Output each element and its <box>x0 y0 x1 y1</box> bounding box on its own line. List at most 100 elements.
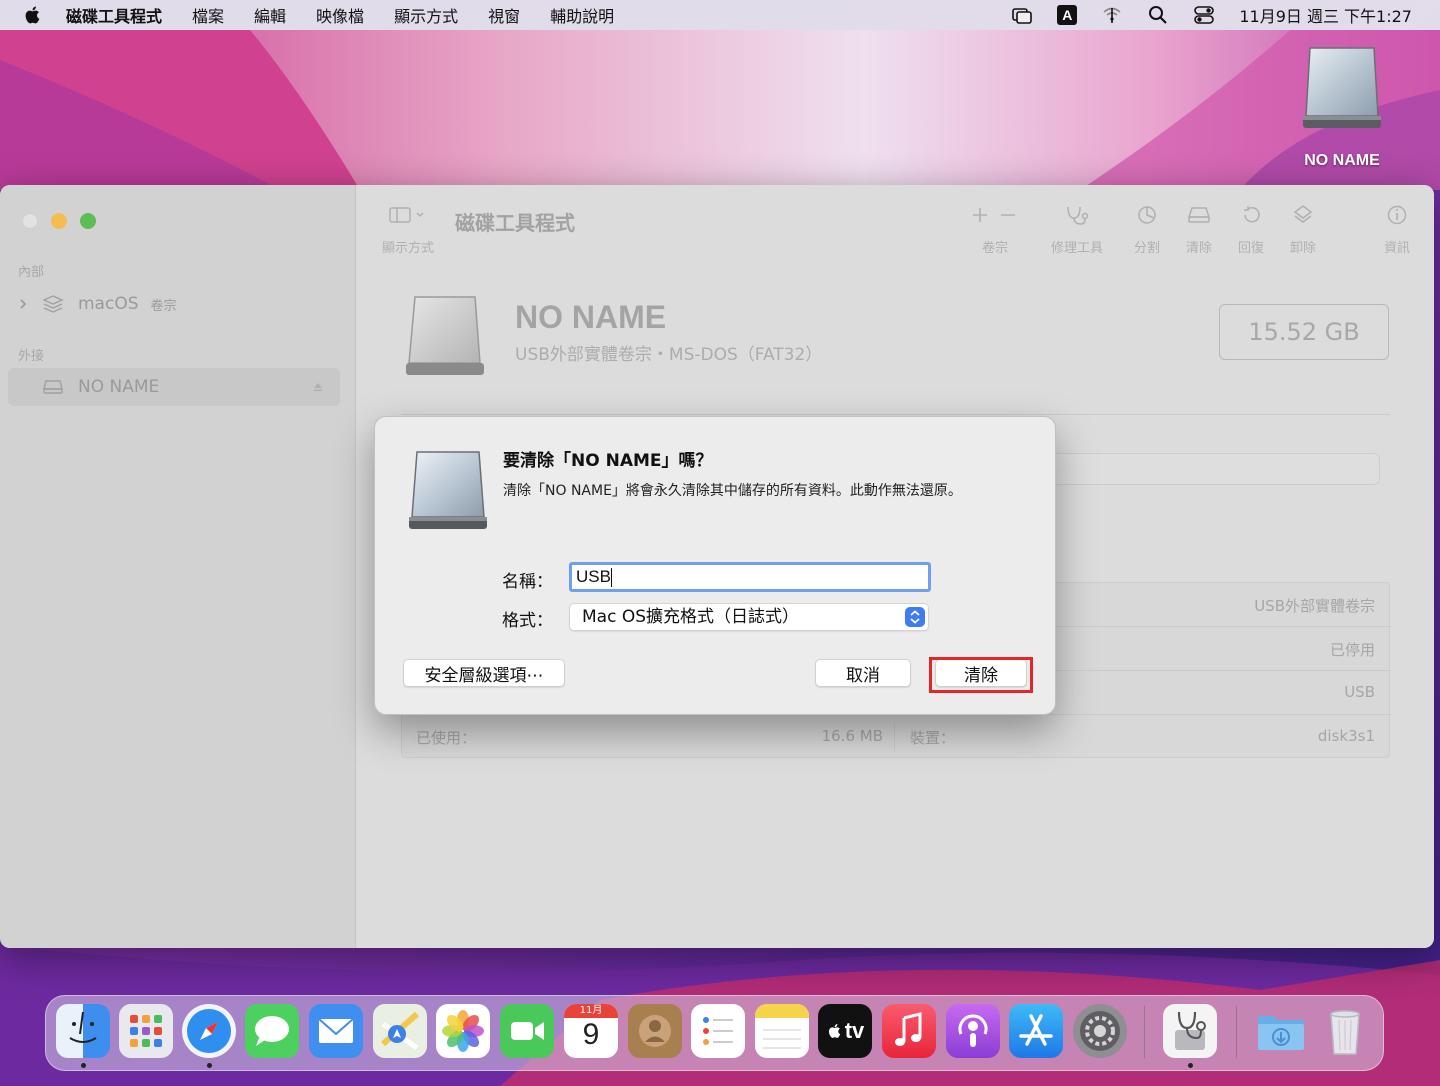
toolbar-view-label: 顯示方式 <box>381 241 434 256</box>
desktop-drive-label: NO NAME <box>1304 152 1380 169</box>
toolbar-restore-button[interactable]: 回復 <box>1231 203 1271 256</box>
external-drive-icon <box>1303 47 1381 128</box>
system-preferences-icon[interactable] <box>1073 1004 1127 1058</box>
toolbar-info-label: 資訊 <box>1383 241 1410 256</box>
unmount-icon <box>1293 205 1313 223</box>
drive-icon <box>43 380 63 394</box>
sidebar-item-no-name-label: NO NAME <box>78 377 160 397</box>
menu-images[interactable]: 映像檔 <box>316 3 364 27</box>
launchpad-icon[interactable] <box>119 1004 173 1058</box>
security-options-button[interactable]: 安全層級選項⋯ <box>403 659 565 687</box>
input-method-icon[interactable]: A <box>1057 5 1078 25</box>
desktop-drive-item[interactable]: NO NAME <box>1290 44 1394 170</box>
app-store-icon[interactable] <box>1009 1004 1063 1058</box>
window-close-button[interactable] <box>22 213 38 229</box>
format-label: 格式： <box>502 611 553 631</box>
toolbar-partition-label: 分割 <box>1133 241 1160 256</box>
toolbar-first-aid-label: 修理工具 <box>1050 241 1103 256</box>
toolbar-partition-button[interactable]: 分割 <box>1127 203 1167 256</box>
spotlight-search-icon[interactable] <box>1147 4 1169 26</box>
safari-icon[interactable] <box>182 1004 236 1058</box>
toolbar-unmount-button[interactable]: 卸除 <box>1283 203 1323 256</box>
eject-icon[interactable] <box>312 381 324 393</box>
menu-help[interactable]: 輔助說明 <box>550 3 614 27</box>
trash-icon[interactable] <box>1318 1004 1372 1058</box>
toolbar-volume-button[interactable]: 卷宗 <box>965 203 1025 256</box>
volume-name: NO NAME <box>515 299 667 335</box>
info-column-divider <box>894 723 895 751</box>
menu-file[interactable]: 檔案 <box>192 3 224 27</box>
toolbar-erase-label: 清除 <box>1185 241 1212 256</box>
mail-icon[interactable] <box>309 1004 363 1058</box>
sidebar: 內部 macOS 卷宗 外接 NO NAME <box>0 185 356 948</box>
dialog-drive-icon <box>409 451 487 529</box>
calendar-icon[interactable]: 11月 9 <box>564 1004 618 1058</box>
window-minimize-button[interactable] <box>51 213 67 229</box>
cancel-button[interactable]: 取消 <box>815 659 911 687</box>
contacts-icon[interactable] <box>628 1004 682 1058</box>
name-input[interactable]: USB <box>569 562 931 592</box>
control-center-icon[interactable] <box>1193 4 1215 26</box>
dock-separator <box>1236 1006 1237 1058</box>
toolbar-first-aid-button[interactable]: 修理工具 <box>1045 203 1109 256</box>
dock-separator <box>1144 1006 1145 1058</box>
sidebar-item-macos-tag: 卷宗 <box>150 298 177 314</box>
stethoscope-icon <box>1067 206 1089 225</box>
menu-window[interactable]: 視窗 <box>488 3 520 27</box>
toolbar-volume-label: 卷宗 <box>981 241 1008 256</box>
sidebar-toggle-icon <box>389 207 424 223</box>
info-icon <box>1387 205 1407 225</box>
sidebar-section-external: 外接 <box>18 349 45 364</box>
sidebar-item-no-name[interactable]: NO NAME <box>8 368 340 406</box>
restore-arrow-icon <box>1244 206 1260 223</box>
erase-drive-icon <box>1187 207 1211 223</box>
music-icon[interactable] <box>882 1004 936 1058</box>
wifi-off-icon[interactable] <box>1101 4 1123 26</box>
downloads-folder-icon[interactable] <box>1254 1004 1308 1058</box>
menu-edit[interactable]: 編輯 <box>254 3 286 27</box>
dialog-message: 清除「NO NAME」將會永久清除其中儲存的所有資料。此動作無法還原。 <box>503 483 962 499</box>
info-used-label: 已使用： <box>416 729 477 747</box>
sidebar-item-macos-label: macOS <box>78 294 139 314</box>
window-zoom-button[interactable] <box>80 213 96 229</box>
toolbar-unmount-label: 卸除 <box>1289 241 1316 256</box>
volume-subtitle: USB外部實體卷宗・MS-DOS（FAT32） <box>515 345 823 365</box>
menu-app-name[interactable]: 磁碟工具程式 <box>66 3 162 27</box>
disk-utility-icon[interactable] <box>1163 1004 1217 1058</box>
menu-view[interactable]: 顯示方式 <box>394 3 458 27</box>
erase-dialog: 要清除「NO NAME」嗎？ 清除「NO NAME」將會永久清除其中儲存的所有資… <box>374 416 1056 715</box>
toolbar-info-button[interactable]: 資訊 <box>1377 203 1417 256</box>
running-indicator <box>81 1063 86 1068</box>
calendar-day: 9 <box>582 1018 600 1051</box>
name-label: 名稱： <box>502 572 553 592</box>
text-caret <box>610 568 612 588</box>
apple-menu-icon[interactable] <box>22 4 44 26</box>
photos-icon[interactable] <box>436 1004 490 1058</box>
menu-clock[interactable]: 11月9日 週三 下午1:27 <box>1239 3 1412 27</box>
maps-icon[interactable] <box>373 1004 427 1058</box>
reminders-icon[interactable] <box>691 1004 745 1058</box>
apple-tv-icon[interactable]: tv <box>818 1004 872 1058</box>
sidebar-section-internal: 內部 <box>18 265 45 280</box>
erase-button-highlight <box>929 657 1033 693</box>
finder-icon[interactable] <box>56 1004 110 1058</box>
info-connection-value: USB <box>1344 683 1375 701</box>
sidebar-item-macos[interactable]: macOS 卷宗 <box>8 285 340 323</box>
select-stepper-icon <box>905 607 925 627</box>
format-select[interactable]: Mac OS擴充格式（日誌式） <box>569 603 929 631</box>
window-title: 磁碟工具程式 <box>455 211 575 235</box>
facetime-icon[interactable] <box>500 1004 554 1058</box>
info-owners-value: 已停用 <box>1329 641 1375 659</box>
volume-drive-icon <box>406 296 484 375</box>
pie-partition-icon <box>1138 206 1156 224</box>
toolbar-erase-button[interactable]: 清除 <box>1179 203 1219 256</box>
notes-icon[interactable] <box>755 1004 809 1058</box>
podcasts-icon[interactable] <box>946 1004 1000 1058</box>
screen-mirroring-icon[interactable] <box>1011 4 1033 26</box>
running-indicator <box>1188 1063 1193 1068</box>
toolbar-view-button[interactable]: 顯示方式 <box>375 203 441 256</box>
add-remove-volume-icon <box>973 208 1015 222</box>
volume-size: 15.52 GB <box>1219 304 1389 360</box>
disclosure-chevron-icon[interactable] <box>16 297 30 311</box>
messages-icon[interactable] <box>245 1004 299 1058</box>
